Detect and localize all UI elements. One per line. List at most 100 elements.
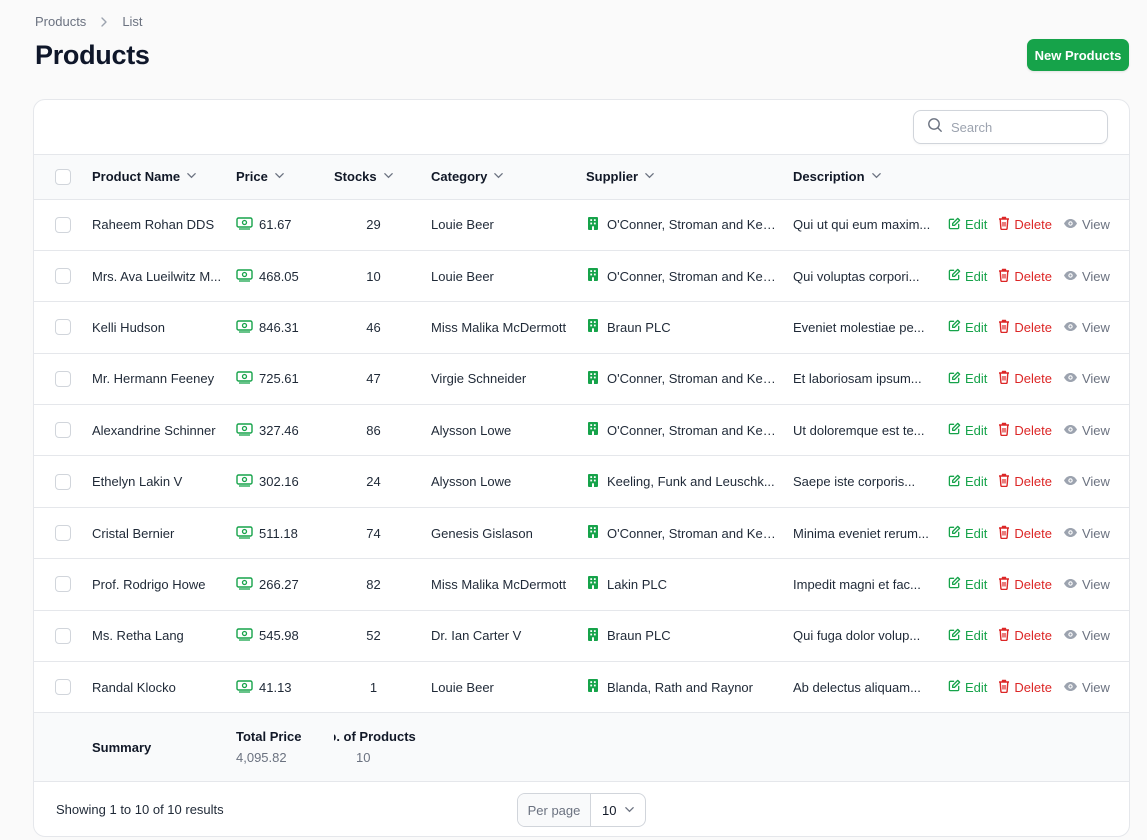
delete-button[interactable]: Delete [998, 525, 1052, 542]
row-checkbox[interactable] [55, 319, 71, 336]
edit-button[interactable]: Edit [948, 525, 987, 541]
select-all-checkbox[interactable] [55, 168, 71, 185]
chevron-down-icon [186, 169, 197, 184]
stock-value: 82 [366, 576, 381, 592]
edit-button[interactable]: Edit [948, 474, 987, 490]
supplier-value: Braun PLC [607, 628, 671, 644]
table-footer: Showing 1 to 10 of 10 results Per page 1… [34, 782, 1129, 836]
banknote-icon [236, 576, 253, 593]
breadcrumb-products-link[interactable]: Products [35, 14, 86, 29]
view-button[interactable]: View [1063, 320, 1110, 335]
eye-icon [1063, 371, 1078, 386]
row-checkbox[interactable] [55, 627, 71, 644]
product-name: Prof. Rodrigo Howe [92, 576, 206, 592]
view-button[interactable]: View [1063, 269, 1110, 284]
view-button[interactable]: View [1063, 474, 1110, 489]
delete-button[interactable]: Delete [998, 319, 1052, 336]
edit-label: Edit [965, 217, 988, 233]
view-button[interactable]: View [1063, 371, 1110, 386]
row-checkbox[interactable] [55, 216, 71, 233]
edit-button[interactable]: Edit [948, 576, 987, 592]
stock-value: 52 [366, 628, 381, 644]
search-box[interactable] [913, 110, 1108, 144]
column-header-stocks[interactable]: Stocks [334, 155, 431, 199]
column-header-category[interactable]: Category [431, 155, 586, 199]
supplier-value: O'Conner, Stroman and Kes... [607, 268, 776, 284]
row-checkbox[interactable] [55, 370, 71, 387]
view-button[interactable]: View [1063, 628, 1110, 643]
row-checkbox[interactable] [55, 525, 71, 542]
edit-button[interactable]: Edit [948, 679, 987, 695]
view-button[interactable]: View [1063, 217, 1110, 232]
stock-value: 24 [366, 474, 381, 490]
edit-button[interactable]: Edit [948, 628, 987, 644]
price-cell: 846.31 [236, 319, 299, 336]
pencil-square-icon [948, 422, 961, 438]
view-button[interactable]: View [1063, 577, 1110, 592]
trash-icon [998, 627, 1010, 644]
chevron-down-icon [383, 169, 394, 184]
price-value: 511.18 [259, 525, 298, 541]
delete-label: Delete [1014, 474, 1052, 490]
delete-button[interactable]: Delete [998, 216, 1052, 233]
banknote-icon [236, 422, 253, 439]
delete-button[interactable]: Delete [998, 370, 1052, 387]
view-button[interactable]: View [1063, 680, 1110, 695]
eye-icon [1063, 680, 1078, 695]
pencil-square-icon [948, 525, 961, 541]
price-value: 61.67 [259, 217, 292, 233]
view-label: View [1081, 371, 1110, 387]
column-header-product-name[interactable]: Product Name [92, 155, 236, 199]
description-value: Qui voluptas corpori... [793, 268, 920, 284]
banknote-icon [236, 473, 253, 490]
edit-button[interactable]: Edit [948, 422, 987, 438]
view-button[interactable]: View [1063, 423, 1110, 438]
edit-button[interactable]: Edit [948, 371, 987, 387]
table-row: Prof. Rodrigo Howe 266.27 82 Miss Malika… [34, 559, 1129, 611]
supplier-cell: O'Conner, Stroman and Kes... [586, 267, 776, 285]
edit-button[interactable]: Edit [948, 319, 987, 335]
view-button[interactable]: View [1063, 526, 1110, 541]
eye-icon [1063, 577, 1078, 592]
delete-button[interactable]: Delete [998, 422, 1052, 439]
row-checkbox[interactable] [55, 268, 71, 285]
supplier-value: O'Conner, Stroman and Kes... [607, 217, 776, 233]
delete-button[interactable]: Delete [998, 679, 1052, 696]
banknote-icon [236, 216, 253, 233]
product-name: Ethelyn Lakin V [92, 474, 183, 490]
edit-label: Edit [965, 268, 988, 284]
delete-button[interactable]: Delete [998, 576, 1052, 593]
per-page-dropdown[interactable]: 10 [591, 794, 645, 826]
delete-button[interactable]: Delete [998, 473, 1052, 490]
banknote-icon [236, 319, 253, 336]
row-checkbox[interactable] [55, 473, 71, 490]
chevron-down-icon [493, 169, 504, 184]
category-value: Louie Beer [431, 268, 494, 284]
edit-button[interactable]: Edit [948, 217, 987, 233]
chevron-down-icon [624, 803, 635, 818]
new-products-button[interactable]: New Products [1027, 39, 1129, 71]
column-header-price[interactable]: Price [236, 155, 334, 199]
delete-button[interactable]: Delete [998, 268, 1052, 285]
summary-row: Summary Total Price 4,095.82 No. of Produ… [34, 712, 1129, 782]
row-checkbox[interactable] [55, 422, 71, 439]
building-icon [586, 318, 600, 336]
trash-icon [998, 370, 1010, 387]
table-row: Kelli Hudson 846.31 46 Miss Malika McDer… [34, 302, 1129, 354]
total-price-value: 4,095.82 [236, 750, 287, 766]
per-page-select[interactable]: Per page 10 [517, 793, 646, 828]
column-header-supplier[interactable]: Supplier [586, 155, 793, 199]
row-checkbox[interactable] [55, 679, 71, 696]
supplier-value: Blanda, Rath and Raynor [607, 679, 753, 695]
product-count-value: 10 [356, 750, 371, 766]
column-header-description[interactable]: Description [793, 155, 948, 199]
product-count-label: No. of Products [334, 729, 416, 745]
description-value: Qui fuga dolor volup... [793, 628, 921, 644]
edit-button[interactable]: Edit [948, 268, 987, 284]
row-checkbox[interactable] [55, 576, 71, 593]
delete-button[interactable]: Delete [998, 627, 1052, 644]
category-value: Miss Malika McDermott [431, 576, 567, 592]
view-label: View [1081, 217, 1110, 233]
search-input[interactable] [951, 119, 1091, 135]
product-name: Cristal Bernier [92, 525, 175, 541]
